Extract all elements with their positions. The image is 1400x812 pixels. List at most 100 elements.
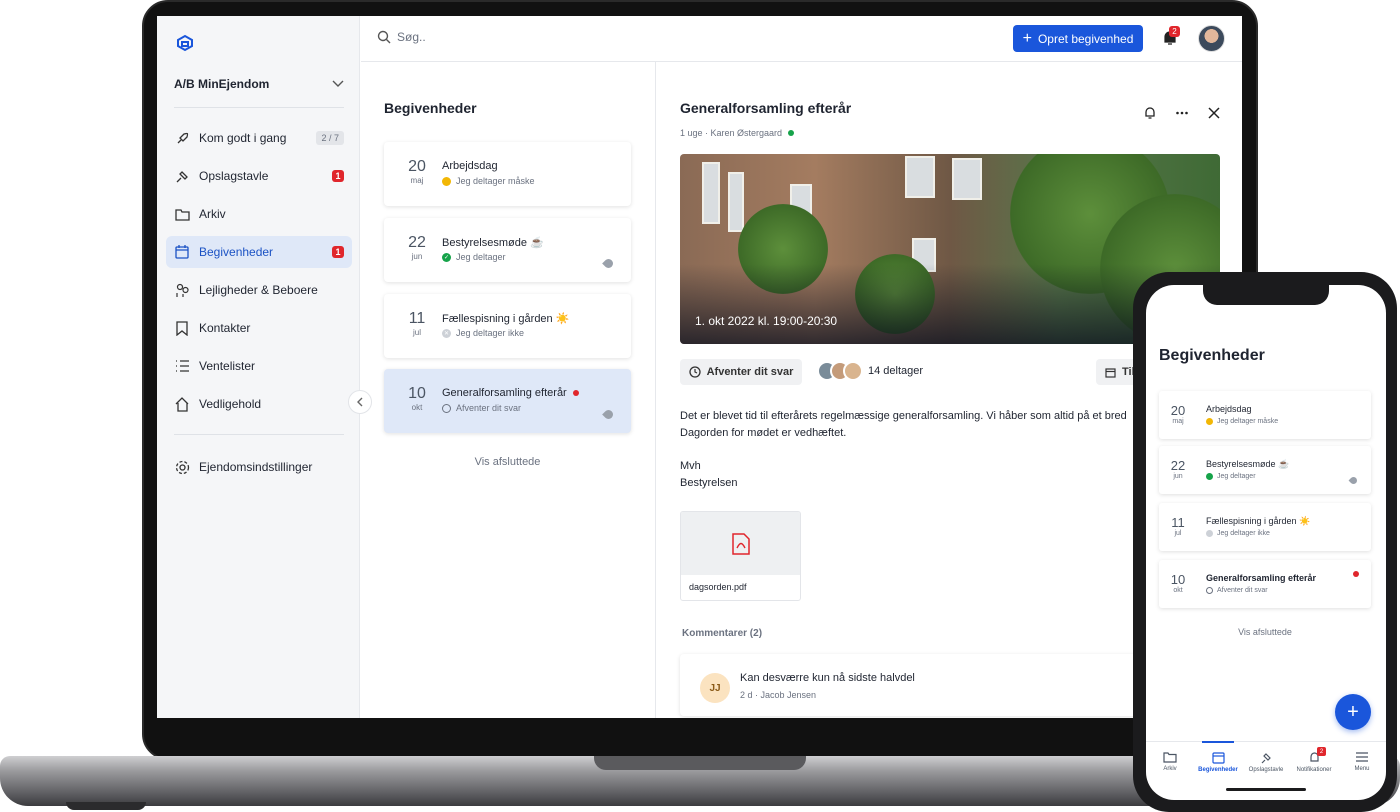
collapse-sidebar-button[interactable] xyxy=(348,390,372,414)
comment-card[interactable]: JJ Kan desværre kun nå sidste halvdel 2 … xyxy=(680,654,1150,716)
topbar: Søg.. + Opret begivenhed 2 xyxy=(361,16,1242,62)
sidebar-item-arkiv[interactable]: Arkiv xyxy=(166,198,352,230)
tab-notifikationer[interactable]: 2 Notifikationer xyxy=(1290,742,1338,800)
event-card[interactable]: 11 jul Fællespisning i gården ☀️ Jeg del… xyxy=(1159,503,1371,551)
bookmark-icon xyxy=(174,320,190,336)
event-card[interactable]: 22 jun Bestyrelsesmøde ☕ ✓ Jeg deltager xyxy=(384,218,631,282)
house-tools-icon xyxy=(174,396,190,412)
calendar-icon xyxy=(174,244,190,260)
page-title: Begivenheder xyxy=(1159,347,1265,364)
event-month: jun xyxy=(1173,473,1183,480)
sidebar-item-lejligheder-beboere[interactable]: Lejligheder & Beboere xyxy=(166,274,352,306)
declined-icon xyxy=(1206,530,1213,537)
clock-icon xyxy=(1206,587,1213,594)
event-date: 11 jul xyxy=(398,310,436,337)
event-status-text: Afventer dit svar xyxy=(456,403,522,413)
event-name: Arbejdsdag xyxy=(1206,404,1252,414)
logo-icon[interactable] xyxy=(174,32,196,54)
create-event-button[interactable]: + Opret begivenhed xyxy=(1013,25,1143,52)
sidebar-item-ejendomsindstillinger[interactable]: Ejendomsindstillinger xyxy=(166,451,352,483)
panel-title: Begivenheder xyxy=(384,100,477,116)
sidebar-item-label: Ejendomsindstillinger xyxy=(199,460,313,474)
sidebar-item-ventelister[interactable]: Ventelister xyxy=(166,350,352,382)
event-month: maj xyxy=(410,176,424,185)
close-icon[interactable] xyxy=(1207,106,1221,120)
tab-arkiv[interactable]: Arkiv xyxy=(1146,742,1194,800)
online-indicator xyxy=(788,130,795,136)
residents-icon xyxy=(174,282,190,298)
folder-icon xyxy=(1163,752,1177,763)
sidebar-item-label: Opslagstavle xyxy=(199,169,269,183)
sidebar-item-begivenheder[interactable]: Begivenheder 1 xyxy=(166,236,352,268)
sidebar-item-kontakter[interactable]: Kontakter xyxy=(166,312,352,344)
event-card[interactable]: 11 jul Fællespisning i gården ☀️ ✕ Jeg de… xyxy=(384,294,631,358)
event-card-selected[interactable]: 10 okt Generalforsamling efterår Afvente… xyxy=(384,369,631,433)
event-status: ✕ Jeg deltager ikke xyxy=(442,328,524,338)
sidebar-item-label: Kontakter xyxy=(199,321,251,335)
avatar[interactable] xyxy=(1198,25,1225,52)
phone-notch xyxy=(1203,285,1329,305)
event-name: Generalforsamling efterår xyxy=(1206,573,1317,583)
attachment-icon xyxy=(1348,475,1359,486)
event-status: Afventer dit svar xyxy=(1206,587,1268,594)
menu-icon xyxy=(1356,752,1368,762)
description-line: Dagorden for mødet er vedhæftet. xyxy=(680,427,847,439)
show-completed-link[interactable]: Vis afsluttede xyxy=(384,456,631,468)
attachment-icon xyxy=(602,408,615,421)
tab-label: Notifikationer xyxy=(1296,767,1332,773)
event-card[interactable]: 22 jun Bestyrelsesmøde ☕ Jeg deltager xyxy=(1159,446,1371,494)
progress-count: 2 / 7 xyxy=(316,131,344,145)
event-status-text: Jeg deltager måske xyxy=(1217,418,1279,425)
sidebar-item-opslagstavle[interactable]: Opslagstavle 1 xyxy=(166,160,352,192)
pin-icon xyxy=(174,168,190,184)
description-line: Det er blevet tid til efterårets regelmæ… xyxy=(680,410,1127,422)
events-list-panel: Begivenheder 20 maj Arbejdsdag Jeg delta… xyxy=(361,62,656,718)
comment-text: Kan desværre kun nå sidste halvdel xyxy=(740,672,915,684)
event-title: Generalforsamling efterår xyxy=(680,100,852,116)
pdf-icon xyxy=(731,532,750,555)
calendar-icon xyxy=(1105,367,1116,378)
rsvp-label: Afventer dit svar xyxy=(706,366,794,378)
laptop-foot xyxy=(66,802,146,810)
event-name: Bestyrelsesmøde ☕ xyxy=(442,237,544,249)
event-date: 10 okt xyxy=(398,385,436,412)
event-card[interactable]: 10 okt Generalforsamling efterår Afvente… xyxy=(1159,560,1371,608)
event-status: ✓ Jeg deltager xyxy=(442,252,506,262)
sidebar-item-label: Lejligheder & Beboere xyxy=(199,283,318,297)
sidebar-item-kom-godt-i-gang[interactable]: Kom godt i gang 2 / 7 xyxy=(166,122,352,154)
tab-menu[interactable]: Menu xyxy=(1338,742,1386,800)
tab-begivenheder[interactable]: Begivenheder xyxy=(1194,741,1242,800)
event-card[interactable]: 20 maj Arbejdsdag Jeg deltager måske xyxy=(384,142,631,206)
divider xyxy=(174,434,344,435)
more-icon[interactable] xyxy=(1175,106,1189,120)
attachment-icon xyxy=(602,257,615,270)
laptop-screen: A/B MinEjendom Kom godt i gang 2 / 7 Ops… xyxy=(157,16,1242,718)
attachment-card[interactable]: dagsorden.pdf xyxy=(680,511,801,601)
calendar-icon xyxy=(1211,752,1225,764)
property-selector[interactable]: A/B MinEjendom xyxy=(174,74,344,94)
rsvp-button[interactable]: Afventer dit svar xyxy=(680,359,802,385)
clock-icon xyxy=(442,403,451,413)
participant-avatars[interactable] xyxy=(817,361,863,381)
sidebar-item-vedligehold[interactable]: Vedligehold xyxy=(166,388,352,420)
show-completed-link[interactable]: Vis afsluttede xyxy=(1159,627,1371,637)
clock-icon xyxy=(688,366,701,378)
add-event-button[interactable]: + xyxy=(1335,694,1371,730)
event-day: 20 xyxy=(1170,403,1186,418)
event-month: jul xyxy=(412,328,421,337)
event-name: Fællespisning i gården ☀️ xyxy=(442,313,570,325)
sidebar-item-label: Begivenheder xyxy=(199,245,274,259)
bell-icon[interactable] xyxy=(1143,106,1157,120)
tab-opslagstavle[interactable]: Opslagstavle xyxy=(1242,742,1290,800)
event-name: Arbejdsdag xyxy=(442,160,498,172)
notification-badge: 2 xyxy=(1317,747,1326,756)
maybe-icon xyxy=(1206,418,1213,425)
search-input[interactable]: Søg.. xyxy=(377,30,426,44)
event-date: 20 maj xyxy=(1163,403,1193,425)
event-status: Afventer dit svar xyxy=(442,403,521,413)
event-month: okt xyxy=(1173,587,1183,594)
participant-count[interactable]: 14 deltager xyxy=(868,365,923,377)
device-mockup: A/B MinEjendom Kom godt i gang 2 / 7 Ops… xyxy=(0,0,1400,812)
plus-icon: + xyxy=(1022,29,1032,47)
event-card[interactable]: 20 maj Arbejdsdag Jeg deltager måske xyxy=(1159,391,1371,439)
